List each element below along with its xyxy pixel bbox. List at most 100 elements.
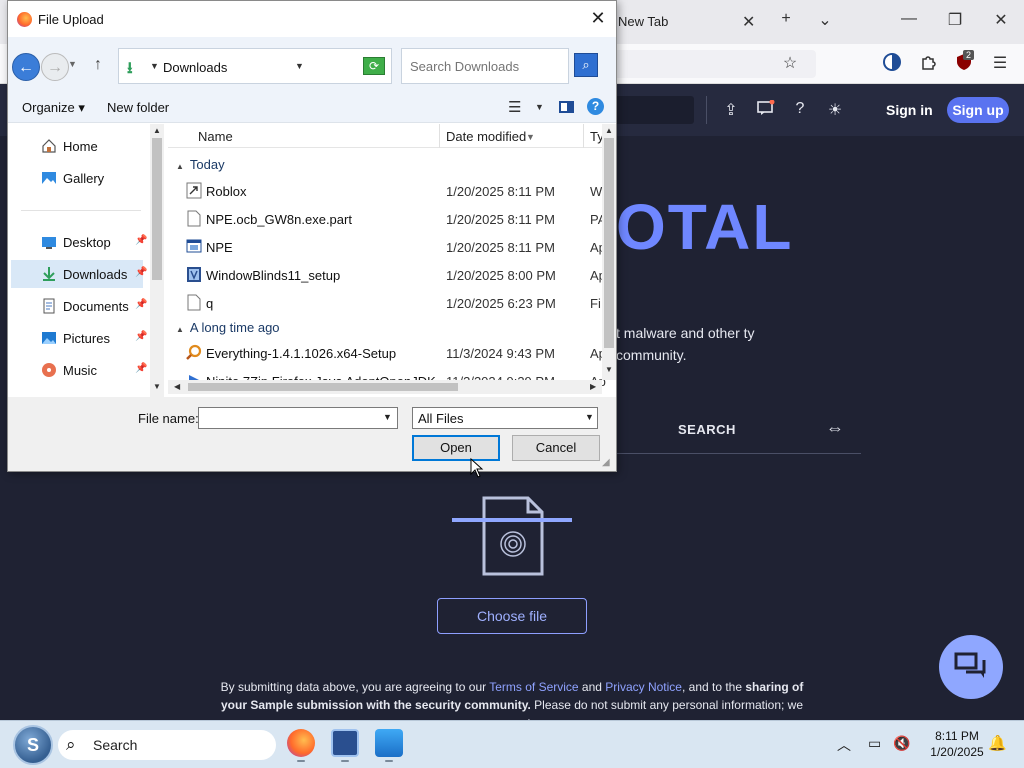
view-dropdown-icon[interactable]: ▼ [535, 102, 544, 112]
vt-header-search[interactable] [606, 96, 694, 124]
file-name-input[interactable] [199, 408, 379, 428]
file-row[interactable]: NPE.ocb_GW8n.exe.part 1/20/2025 8:11 PM … [168, 206, 606, 232]
resize-grip-icon[interactable]: ◢ [602, 457, 610, 468]
file-row[interactable]: q 1/20/2025 6:23 PM Fi [168, 290, 602, 316]
file-list-horizontal-scrollbar[interactable]: ◀ ▶ [168, 380, 602, 394]
group-header-long-ago[interactable]: ▲ A long time ago [176, 320, 280, 335]
chevron-down-icon[interactable]: ▼ [585, 412, 594, 422]
sidebar-item-pictures[interactable]: Pictures 📌 [11, 324, 147, 352]
network-icon[interactable]: ▭ [868, 735, 881, 752]
back-arrow-icon[interactable]: ← [12, 53, 40, 81]
scroll-up-icon[interactable]: ▲ [153, 126, 161, 135]
file-row[interactable]: WindowBlinds11_setup 1/20/2025 8:00 PM A… [168, 262, 606, 288]
breadcrumb-caret-icon[interactable]: ▼ [150, 61, 159, 71]
terms-link[interactable]: Terms of Service [489, 680, 578, 694]
open-button[interactable]: Open [412, 435, 500, 461]
pin-icon[interactable]: 📌 [135, 363, 147, 374]
dark-mode-icon[interactable] [881, 53, 903, 76]
scrollbar-thumb[interactable] [152, 138, 162, 280]
help-icon[interactable]: ? [789, 100, 811, 118]
privacy-link[interactable]: Privacy Notice [605, 680, 682, 694]
extensions-icon[interactable] [917, 53, 939, 76]
volume-muted-icon[interactable]: 🔇 [893, 735, 910, 752]
file-list-vertical-scrollbar[interactable]: ▲ ▼ [602, 124, 616, 380]
scroll-right-icon[interactable]: ▶ [590, 382, 596, 391]
search-icon[interactable]: ⌕ [574, 53, 598, 77]
upload-icon[interactable]: ⇪ [720, 100, 742, 120]
theme-sun-icon[interactable]: ☀ [824, 100, 846, 120]
sign-up-button[interactable]: Sign up [947, 97, 1009, 123]
file-name-combobox[interactable]: ▼ [198, 407, 398, 429]
pin-icon[interactable]: 📌 [135, 299, 147, 310]
clock[interactable]: 8:11 PM 1/20/2025 [928, 728, 986, 760]
sidebar-item-desktop[interactable]: Desktop 📌 [11, 228, 147, 256]
sidebar-item-documents[interactable]: Documents 📌 [11, 292, 147, 320]
menu-icon[interactable]: ☰ [989, 53, 1011, 73]
forward-arrow-icon[interactable]: → [41, 53, 69, 81]
new-folder-button[interactable]: New folder [107, 100, 169, 115]
scroll-up-icon[interactable]: ▲ [605, 126, 613, 135]
more-tabs-icon[interactable]: ⇔ [826, 418, 844, 439]
sidebar-item-music[interactable]: Music 📌 [11, 356, 147, 384]
dialog-title-bar[interactable]: File Upload ✕ [8, 1, 616, 37]
address-path[interactable]: Downloads [163, 60, 227, 75]
pin-icon[interactable]: 📌 [135, 235, 147, 246]
sidebar-item-gallery[interactable]: Gallery [11, 164, 143, 192]
scrollbar-thumb[interactable] [604, 138, 614, 348]
organize-button[interactable]: Organize ▾ [22, 100, 85, 116]
cancel-button[interactable]: Cancel [512, 435, 600, 461]
tab-search[interactable]: SEARCH [678, 422, 736, 437]
search-downloads-field[interactable] [401, 48, 569, 84]
search-input[interactable] [402, 49, 568, 83]
address-dropdown-icon[interactable]: ▼ [295, 61, 304, 71]
list-tabs-icon[interactable]: ⌄ [813, 10, 837, 30]
dialog-close-icon[interactable]: ✕ [586, 7, 610, 31]
nav-pane-scrollbar[interactable]: ▲ ▼ [150, 124, 164, 397]
chat-bubble-icon[interactable] [755, 99, 777, 121]
sidebar-item-home[interactable]: Home [11, 132, 143, 160]
group-header-today[interactable]: ▲ Today [176, 157, 225, 172]
show-hidden-icons-icon[interactable]: ︿ [837, 735, 851, 755]
collapse-icon[interactable]: ▲ [176, 325, 184, 334]
column-header-date[interactable]: Date modified [446, 129, 526, 144]
recent-locations-icon[interactable]: ▼ [68, 59, 77, 69]
scroll-down-icon[interactable]: ▼ [153, 382, 161, 391]
restore-icon[interactable]: ❐ [943, 10, 967, 30]
start-button[interactable]: S [13, 725, 53, 765]
choose-file-button[interactable]: Choose file [437, 598, 587, 634]
help-icon[interactable]: ? [587, 98, 604, 115]
column-separator[interactable] [439, 124, 440, 148]
column-header-name[interactable]: Name [198, 129, 233, 144]
scroll-left-icon[interactable]: ◀ [174, 382, 180, 391]
file-row[interactable]: Everything-1.4.1.1026.x64-Setup 11/3/202… [168, 340, 606, 366]
window-close-icon[interactable]: ✕ [989, 10, 1013, 30]
preview-pane-icon[interactable] [559, 101, 574, 113]
minimize-icon[interactable]: — [897, 10, 921, 28]
scroll-down-icon[interactable]: ▼ [605, 365, 613, 374]
file-type-select[interactable]: All Files ▼ [412, 407, 598, 429]
notification-bell-icon[interactable]: 🔔 [988, 734, 1007, 752]
bookmark-star-icon[interactable]: ☆ [779, 53, 801, 73]
sidebar-item-downloads[interactable]: Downloads 📌 [11, 260, 147, 288]
chevron-down-icon[interactable]: ▼ [383, 412, 392, 422]
firefox-taskbar-icon[interactable] [287, 729, 315, 757]
tab-new-tab[interactable]: New Tab ✕ [606, 0, 776, 44]
up-arrow-icon[interactable]: ↑ [88, 56, 108, 74]
pin-icon[interactable]: 📌 [135, 331, 147, 342]
pin-icon[interactable]: 📌 [135, 267, 147, 278]
taskbar-search[interactable]: ⌕ Search [58, 730, 276, 760]
photos-taskbar-icon[interactable] [375, 729, 403, 757]
scrollbar-thumb[interactable] [188, 383, 458, 391]
file-row[interactable]: Roblox 1/20/2025 8:11 PM W [168, 178, 602, 204]
view-options-icon[interactable]: ☰ [508, 98, 521, 116]
windowblinds-taskbar-icon[interactable] [331, 729, 359, 757]
column-separator[interactable] [583, 124, 584, 148]
sign-in-link[interactable]: Sign in [886, 102, 933, 118]
tab-close-icon[interactable]: ✕ [742, 12, 755, 32]
address-bar[interactable]: ⭳ ▼ Downloads ▼ ⟳ [118, 48, 392, 84]
new-tab-icon[interactable]: + [774, 10, 798, 28]
file-row[interactable]: NPE 1/20/2025 8:11 PM Ap [168, 234, 606, 260]
collapse-icon[interactable]: ▲ [176, 162, 184, 171]
refresh-icon[interactable]: ⟳ [363, 57, 385, 75]
chat-support-button[interactable] [939, 635, 1003, 699]
